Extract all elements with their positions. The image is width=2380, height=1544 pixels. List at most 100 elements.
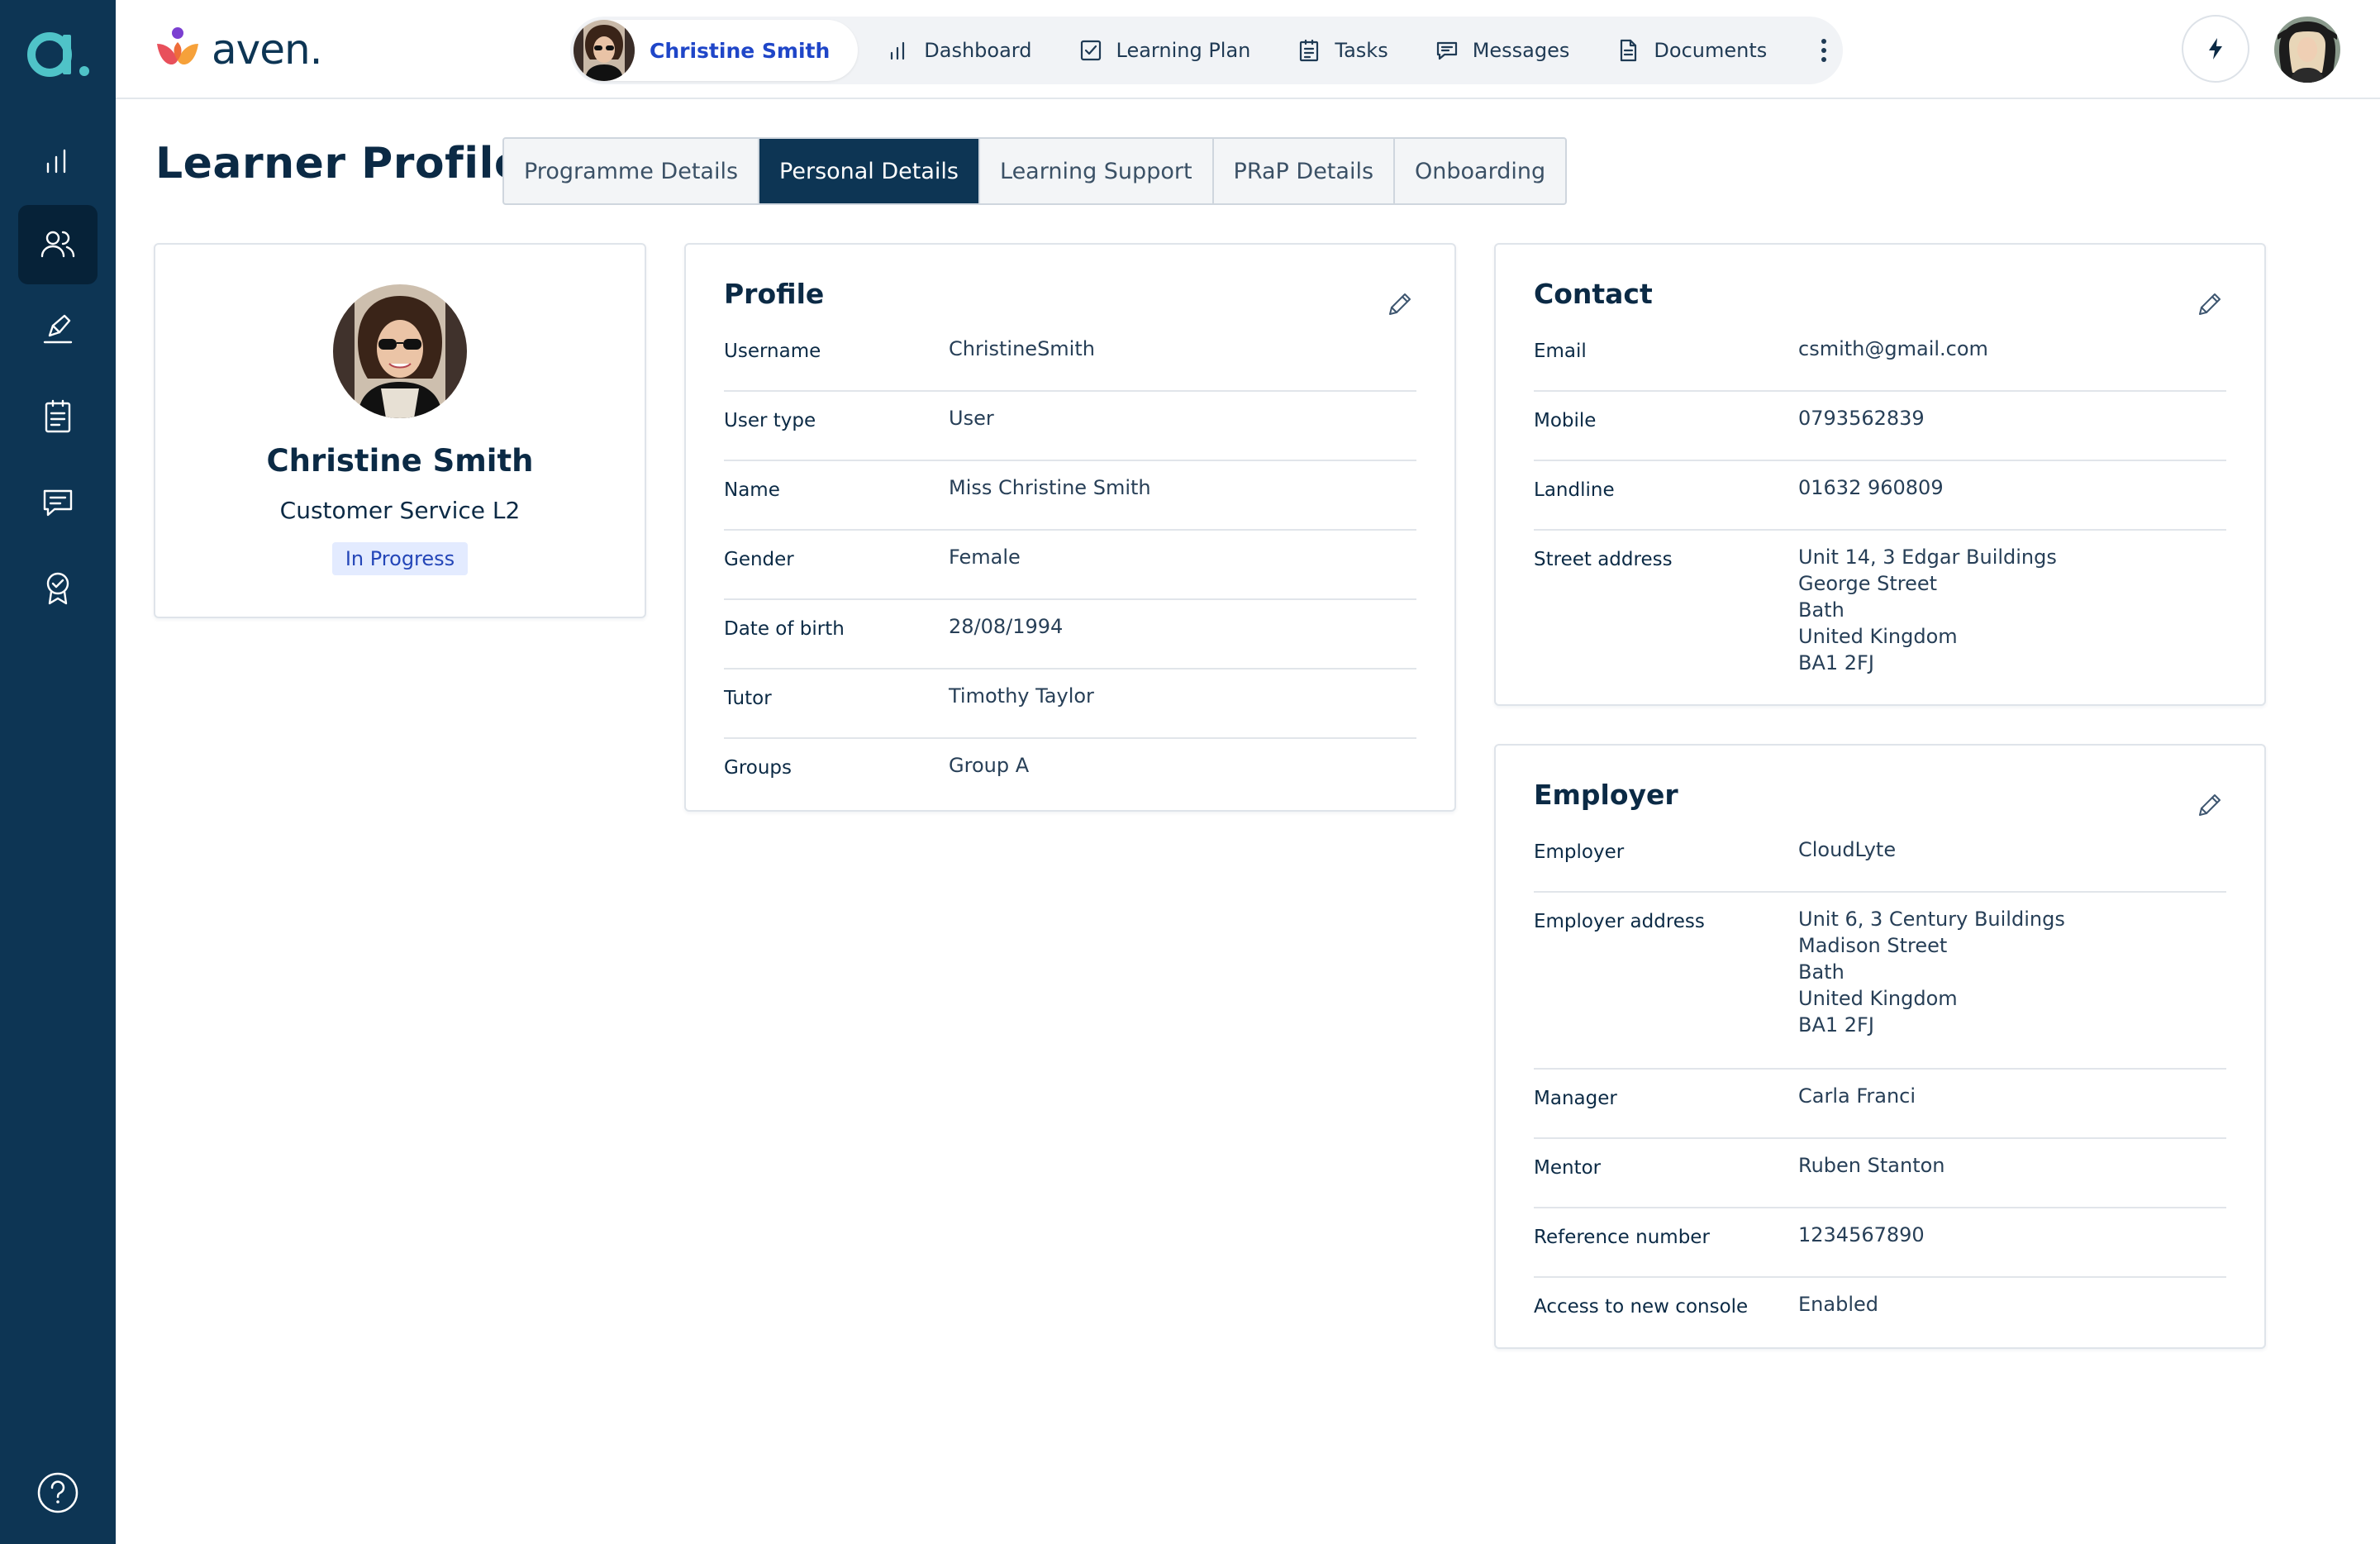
brand-name: aven. [212,26,323,74]
address-line: Unit 14, 3 Edgar Buildings [1798,546,2057,569]
employer-value: CloudLyte [1798,838,1897,861]
nav-messages[interactable]: Messages [1435,38,1569,63]
pencil-icon [2199,293,2221,315]
row-label: Groups [724,757,793,779]
learner-course: Customer Service L2 [279,497,521,524]
row-label: Mentor [1534,1157,1602,1179]
tab-personal-details[interactable]: Personal Details [759,139,980,203]
employer-title: Employer [1534,779,1678,811]
tab-onboarding[interactable]: Onboarding [1395,139,1565,203]
award-badge-icon [46,572,69,605]
contact-row-email: Email csmith@gmail.com [1534,322,2226,392]
tab-programme-details[interactable]: Programme Details [504,139,760,203]
row-value: ChristineSmith [949,337,1095,360]
top-header: aven. Christine Smith Dashboard Learning… [116,0,2380,99]
row-label: Date of birth [724,618,845,640]
clipboard-icon [1300,39,1319,62]
brand-logo[interactable]: aven. [154,25,323,74]
sidebar-item-sign[interactable] [18,289,98,369]
pencil-icon [2199,794,2221,816]
profile-card: Profile Username ChristineSmith User typ… [684,243,1456,812]
sidebar [0,0,116,1544]
contact-row-landline: Landline 01632 960809 [1534,461,2226,531]
learner-summary-card: Christine Smith Customer Service L2 In P… [154,243,646,618]
nav-dashboard-label: Dashboard [924,39,1032,62]
more-options-icon[interactable] [1821,39,1827,62]
row-value: 28/08/1994 [949,615,1064,638]
sidebar-item-achievements[interactable] [18,549,98,628]
row-label: Reference number [1534,1227,1710,1248]
nav-tasks[interactable]: Tasks [1297,38,1388,63]
nav-dashboard[interactable]: Dashboard [886,38,1032,63]
bar-chart-icon [46,149,66,174]
row-label: Street address [1534,549,1673,570]
nav-documents-label: Documents [1654,39,1768,62]
nav-documents[interactable]: Documents [1616,38,1767,63]
row-value: User [949,407,994,430]
profile-row-gender: Gender Female [724,531,1416,600]
row-label: Tutor [724,688,772,709]
nav-learner-name: Christine Smith [650,38,831,63]
nav-learner-chip[interactable]: Christine Smith [574,20,859,81]
pen-sign-icon [43,314,73,344]
address-line: United Kingdom [1798,625,1958,648]
row-value: Group A [949,754,1030,777]
address-line: George Street [1798,572,1938,595]
learner-name: Christine Smith [266,443,534,479]
row-value: Miss Christine Smith [949,476,1151,499]
help-button[interactable] [36,1471,79,1514]
employer-row-mentor: Mentor Ruben Stanton [1534,1139,2226,1208]
edit-employer-button[interactable] [2193,790,2225,822]
address-line: United Kingdom [1798,987,1958,1010]
status-badge: In Progress [331,542,469,575]
learner-avatar [574,20,635,81]
row-value: Timothy Taylor [949,684,1094,708]
help-circle-icon [37,1472,79,1513]
employer-row-manager: Manager Carla Franci [1534,1070,2226,1139]
profile-row-user-type: User type User [724,392,1416,461]
profile-row-groups: Groups Group A [724,739,1416,808]
employer-address-value: Unit 6, 3 Century Buildings Madison Stre… [1798,893,2065,1068]
clipboard-icon [45,399,71,433]
edit-profile-button[interactable] [1383,289,1415,321]
row-label: Employer address [1534,911,1705,932]
contact-rows: Email csmith@gmail.com Mobile 0793562839… [1534,322,2226,688]
employer-row-name: Employer CloudLyte [1534,823,2226,893]
pencil-icon [1389,293,1411,315]
contact-title: Contact [1534,278,1653,310]
profile-tabs: Programme Details Personal Details Learn… [502,137,1568,205]
app-logo[interactable] [23,23,93,81]
lightning-icon [2209,38,2222,60]
checkbox-icon [1080,40,1101,61]
sidebar-item-messages[interactable] [18,463,98,542]
sidebar-item-tasks[interactable] [18,377,98,456]
sidebar-item-learners[interactable] [18,205,98,284]
row-label: Username [724,341,821,362]
row-label: Landline [1534,479,1615,501]
employer-row-address: Employer address Unit 6, 3 Century Build… [1534,893,2226,1070]
quick-actions-button[interactable] [2182,15,2249,83]
profile-row-username: Username ChristineSmith [724,322,1416,392]
nav-learning-plan[interactable]: Learning Plan [1078,38,1250,63]
tab-prap-details[interactable]: PRaP Details [1214,139,1396,203]
chat-icon [43,489,73,517]
address-line: BA1 2FJ [1798,651,1874,674]
user-avatar[interactable] [2274,17,2340,83]
street-address-value: Unit 14, 3 Edgar Buildings George Street… [1798,531,2057,688]
reference-value: 1234567890 [1798,1223,1925,1246]
row-label: Gender [724,549,794,570]
mentor-value: Ruben Stanton [1798,1154,1945,1177]
contact-card: Contact Email csmith@gmail.com Mobile 07… [1494,243,2266,706]
edit-contact-button[interactable] [2193,289,2225,321]
employer-rows: Employer CloudLyte Employer address Unit… [1534,823,2226,1347]
page-title: Learner Profile [155,139,524,188]
profile-row-dob: Date of birth 28/08/1994 [724,600,1416,670]
address-line: Madison Street [1798,934,1948,957]
bar-chart-icon [891,41,905,60]
sidebar-item-dashboard[interactable] [18,121,98,200]
row-label: Email [1534,341,1587,362]
profile-title: Profile [724,278,825,310]
landline-value: 01632 960809 [1798,476,1944,499]
tab-learning-support[interactable]: Learning Support [980,139,1214,203]
learner-photo [333,284,467,418]
